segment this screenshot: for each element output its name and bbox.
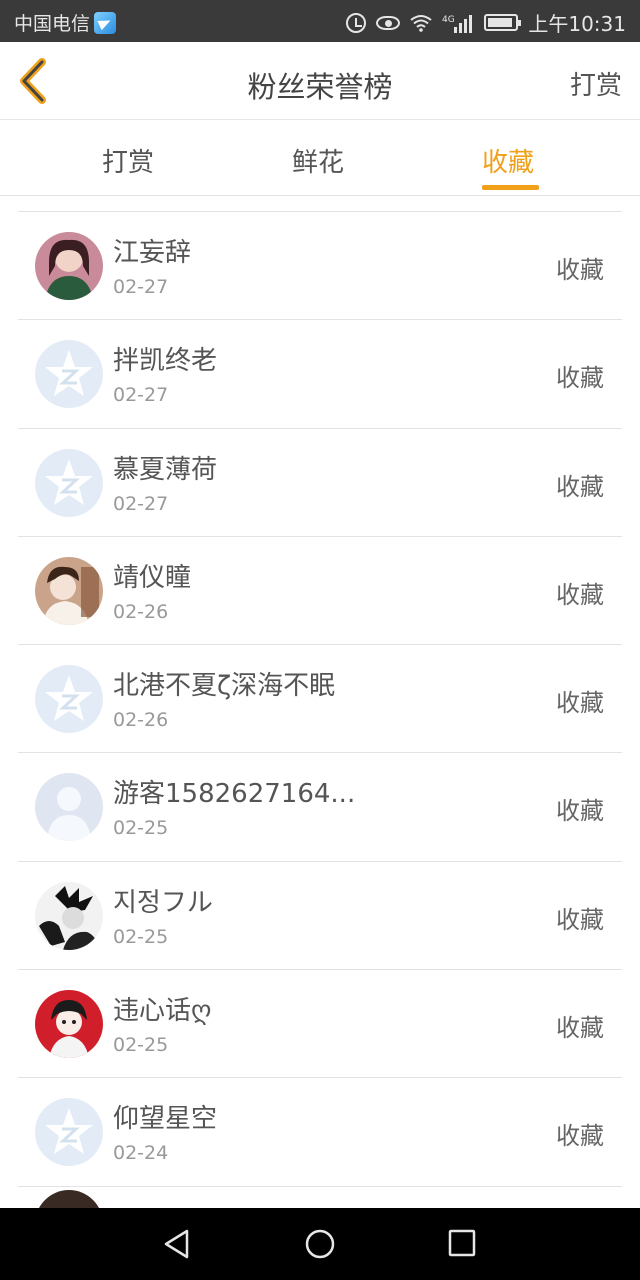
item-action-label: 收藏 [556,1014,604,1043]
system-nav-bar [0,1208,640,1280]
item-date: 02-27 [113,492,169,515]
eye-comfort-icon [376,15,401,30]
status-time: 上午10:31 [528,12,626,36]
tab-flowers[interactable]: 鲜花 [292,142,344,179]
user-name: 靖仪瞳 [113,562,192,593]
list-item[interactable]: 江妄辞 02-27 收藏 [18,212,622,321]
item-action-label: 收藏 [556,472,604,501]
qzone-star-icon [35,1098,103,1167]
user-name: 慕夏薄荷 [113,454,218,485]
guest-silhouette-icon [35,773,103,842]
list-item[interactable]: 仰望星空 02-24 收藏 [18,1078,622,1187]
wifi-icon [410,14,432,32]
alarm-icon [346,12,367,33]
list-item[interactable]: 游客1582627164... 02-25 收藏 [18,753,622,862]
item-date: 02-27 [113,384,169,407]
user-name: 仰望星空 [113,1104,218,1135]
battery-icon [484,14,522,31]
item-action-label: 收藏 [556,580,604,609]
qzone-star-icon [35,448,103,517]
avatar[interactable] [35,448,103,517]
list-item[interactable]: 지정フル 02-25 收藏 [18,862,622,971]
item-date: 02-25 [113,817,169,840]
item-action-label: 收藏 [556,797,604,826]
reward-button[interactable]: 打赏 [570,65,622,102]
user-name: 江妄辞 [113,238,192,268]
item-date: 02-27 [113,276,169,298]
page-title: 粉丝荣誉榜 [247,70,393,104]
avatar[interactable] [35,340,103,409]
item-date: 02-25 [113,1034,169,1057]
user-name: 拌凯终老 [113,346,218,377]
user-name: 지정フル [113,887,213,918]
app-notification-icon [94,11,117,34]
avatar[interactable] [35,556,103,625]
cellular-signal-icon: 4G [442,13,474,33]
avatar[interactable] [35,773,103,842]
item-action-label: 收藏 [556,256,604,284]
carrier-name: 中国电信 [14,13,91,35]
avatar[interactable] [35,665,103,734]
avatar[interactable] [35,990,103,1059]
item-date: 02-26 [113,600,169,623]
nav-recent-icon[interactable] [448,1228,476,1262]
app-header: 粉丝荣誉榜 打赏 [0,42,640,120]
item-action-label: 收藏 [556,364,604,393]
nav-home-icon[interactable] [304,1228,336,1264]
item-date: 02-25 [113,925,169,948]
item-date: 02-26 [113,709,169,732]
item-date: 02-24 [113,1142,169,1165]
user-name: 游客1582627164... [113,779,356,810]
nav-back-icon[interactable] [162,1228,192,1264]
list-item[interactable]: 靖仪瞳 02-26 收藏 [18,537,622,646]
tab-bar: 打赏 鲜花 收藏 [0,120,640,196]
active-tab-indicator [482,185,539,190]
tab-favorites[interactable]: 收藏 [482,142,534,179]
user-name: 北港不夏ζ深海不眠 [113,671,336,702]
status-icons: 4G 上午10:31 [346,8,626,37]
list-item[interactable]: 慕夏薄荷 02-27 收藏 [18,429,622,537]
tab-reward[interactable]: 打赏 [102,142,154,179]
avatar[interactable] [35,232,103,300]
item-action-label: 收藏 [556,905,604,934]
qzone-star-icon [35,340,103,409]
avatar[interactable] [35,1098,103,1167]
network-type-label: 4G [442,15,455,25]
item-action-label: 收藏 [556,689,604,718]
status-bar: 中国电信 4G 上午10:31 [0,0,640,42]
fan-list: 江妄辞 02-27 收藏 拌凯终老 02-27 收藏 慕夏薄荷 02-27 收藏 [18,211,622,1187]
list-item[interactable]: 违心话ღ 02-25 收藏 [18,970,622,1079]
qzone-star-icon [35,665,103,734]
list-item[interactable]: 北港不夏ζ深海不眠 02-26 收藏 [18,645,622,754]
list-item[interactable]: 拌凯终老 02-27 收藏 [18,320,622,429]
item-action-label: 收藏 [556,1122,604,1151]
avatar[interactable] [35,881,103,950]
user-name: 违心话ღ [113,996,212,1027]
list-item-partial [18,1188,622,1210]
carrier: 中国电信 [14,9,117,36]
